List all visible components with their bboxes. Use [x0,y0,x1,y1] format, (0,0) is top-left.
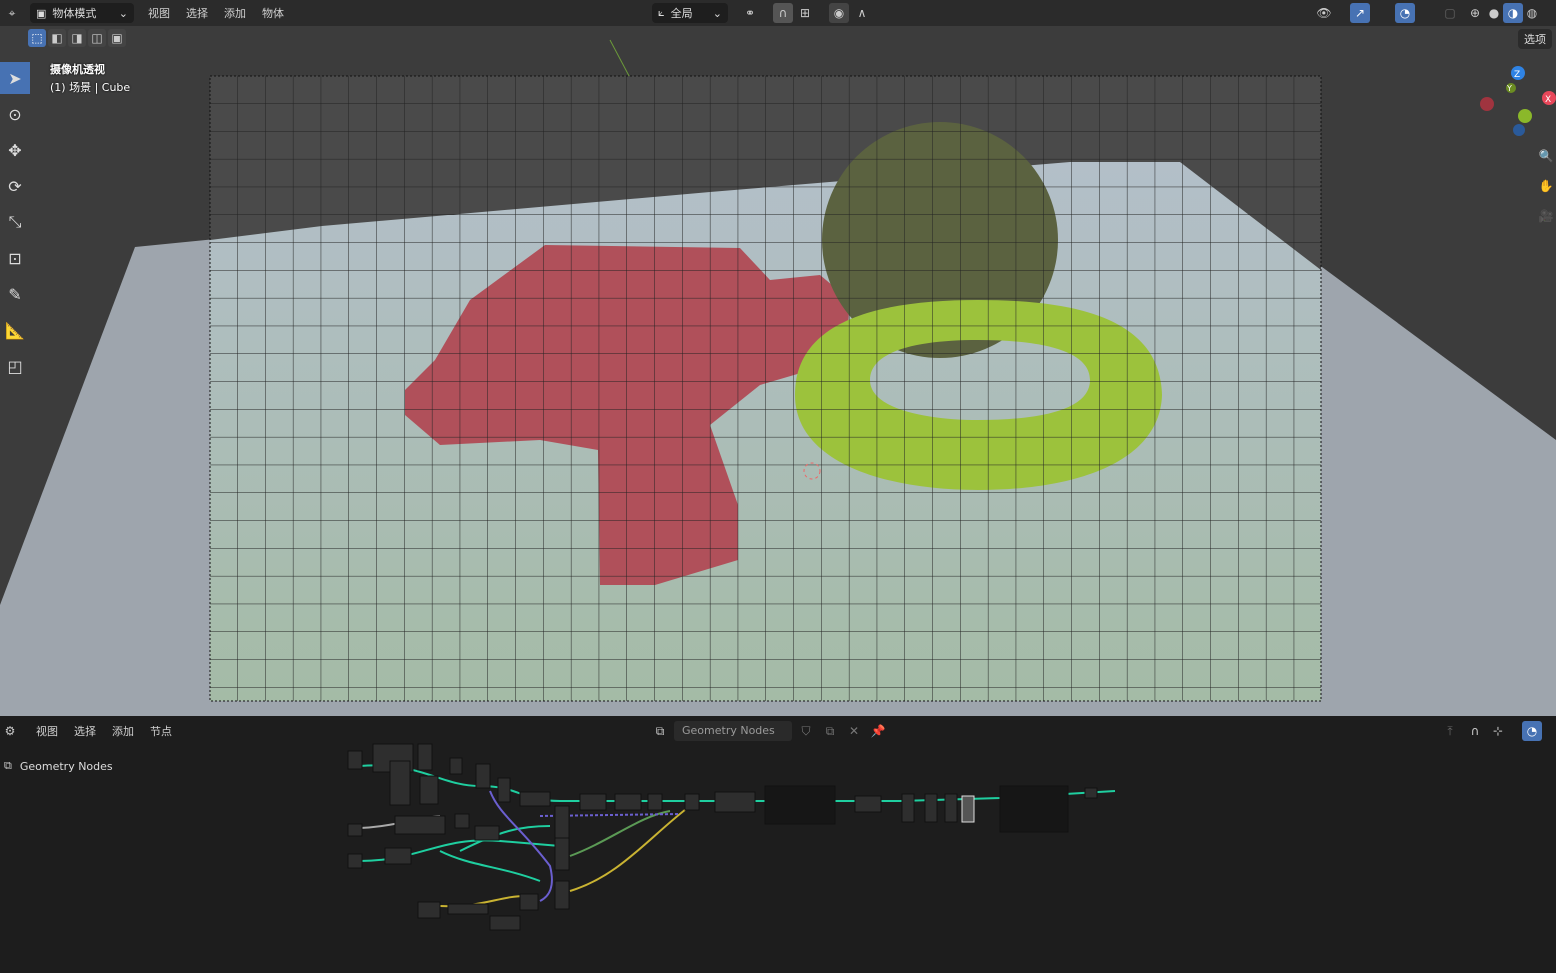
add-cube-tool-icon[interactable]: ◰ [0,350,30,382]
navigation-gizmo: Z X Y [1480,66,1556,136]
rotate-tool-icon[interactable]: ⟳ [0,170,30,202]
pivot-icon[interactable]: ⚭ [740,3,760,23]
select-invert-icon[interactable]: ◫ [88,29,106,47]
falloff-icon[interactable]: ∧ [852,3,872,23]
node [647,793,663,811]
node-graph [347,743,1116,931]
proportional-edit-icon[interactable]: ◉ [829,3,849,23]
node [554,880,570,910]
snap-icon[interactable]: ∩ [773,3,793,23]
menu-add[interactable]: 添加 [216,5,254,21]
node [901,793,915,823]
select-intersect-icon[interactable]: ▣ [108,29,126,47]
node [519,791,551,807]
node [519,893,539,911]
solid-shading-icon[interactable]: ● [1484,3,1504,23]
chevron-down-icon: ⌄ [118,6,128,20]
node [417,901,441,919]
node-link [489,790,553,902]
move-tool-icon[interactable]: ✥ [0,134,30,166]
select-extend-icon[interactable]: ◧ [48,29,66,47]
mode-dropdown[interactable]: ▣ 物体模式 ⌄ [30,3,134,23]
menu-view[interactable]: 视图 [140,5,178,21]
select-new-icon[interactable]: ⬚ [28,29,46,47]
gizmo-icon[interactable]: ↗ [1350,3,1370,23]
node [419,775,439,805]
node [489,915,521,931]
selection-mode-group: ⬚ ◧ ◨ ◫ ▣ [28,29,126,47]
rendered-shading-icon[interactable]: ◍ [1522,3,1542,23]
node [1084,787,1098,799]
node [454,813,470,829]
node [924,793,938,823]
object-info: (1) 场景 | Cube [50,81,131,94]
node-link [459,825,551,852]
node [447,903,489,915]
scale-tool-icon[interactable]: ⤡ [0,206,30,238]
node [554,805,570,839]
node-editor[interactable]: ⚙ 视图 选择 添加 节点 ⧉ Geometry Nodes ⛉ ⧉ ✕ 📌 ⤒… [0,716,1556,973]
node [497,777,511,803]
orientation-icon: ⟀ [658,6,665,19]
editor-type-button[interactable]: ⌖ [2,3,22,23]
menu-select[interactable]: 选择 [178,5,216,21]
node-link [569,810,671,857]
node [347,823,363,837]
node [347,750,363,770]
tool-shelf: ➤ ⊙ ✥ ⟳ ⤡ ⊡ ✎ 📐 ◰ [0,62,32,382]
zoom-icon[interactable]: 🔍 [1536,146,1556,166]
3d-viewport[interactable]: Z X Y ⬚ ◧ ◨ ◫ ▣ 选项 ➤ ⊙ ✥ ⟳ ⤡ ⊡ ✎ 📐 ◰ 摄像机… [0,26,1556,716]
node [944,793,958,823]
view-name: 摄像机透视 [50,63,105,76]
node [614,793,642,811]
node [347,853,363,869]
node [474,825,500,841]
scene-render: Z X Y [0,39,1556,716]
pan-hand-icon[interactable]: ✋ [1536,176,1556,196]
measure-tool-icon[interactable]: 📐 [0,314,30,346]
select-box-tool-icon[interactable]: ➤ [0,62,30,94]
xray-icon[interactable]: ▢ [1440,3,1460,23]
viewport-header: ⌖ ▣ 物体模式 ⌄ 视图 选择 添加 物体 ⟀ 全局 ⌄ ⚭ ∩ ⊞ ◉ ∧ … [0,0,1556,26]
select-subtract-icon[interactable]: ◨ [68,29,86,47]
frame [764,785,836,825]
menu-object[interactable]: 物体 [254,5,292,21]
object-mode-icon: ▣ [36,6,47,20]
wireframe-shading-icon[interactable]: ⊕ [1465,3,1485,23]
options-dropdown[interactable]: 选项 [1518,29,1552,49]
node-selected [961,795,975,823]
node [394,815,446,835]
node-link [439,850,541,882]
frame [999,785,1069,833]
node [417,743,433,771]
visibility-icon[interactable]: 👁 [1314,3,1334,23]
svg-text:Y: Y [1506,84,1512,93]
node [554,837,570,871]
material-shading-icon[interactable]: ◑ [1503,3,1523,23]
camera-view-icon[interactable]: 🎥 [1536,206,1556,226]
node [579,793,607,811]
node [475,763,491,789]
node [854,795,882,813]
chevron-down-icon: ⌄ [712,6,722,20]
svg-text:Z: Z [1514,70,1520,80]
node [684,793,700,811]
transform-orientation-dropdown[interactable]: ⟀ 全局 ⌄ [652,3,728,23]
node [714,791,756,813]
svg-text:X: X [1545,95,1551,105]
node [449,757,463,775]
cursor-tool-icon[interactable]: ⊙ [0,98,30,130]
transform-tool-icon[interactable]: ⊡ [0,242,30,274]
overlays-icon[interactable]: ◔ [1395,3,1415,23]
node [384,847,412,865]
annotate-tool-icon[interactable]: ✎ [0,278,30,310]
node [389,760,411,806]
snap-increment-icon[interactable]: ⊞ [795,3,815,23]
